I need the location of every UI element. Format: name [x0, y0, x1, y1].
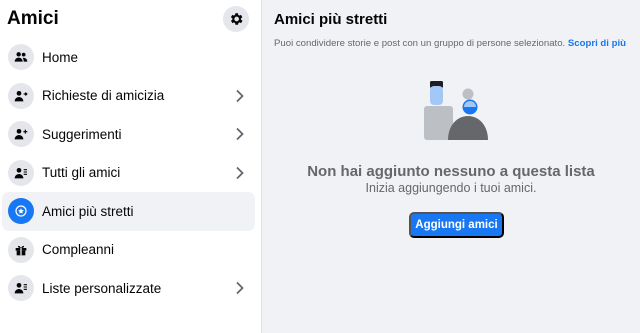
sidebar-nav: Home Richieste di amicizia Suggerimenti: [0, 38, 261, 308]
star-icon: [8, 198, 34, 225]
close-friends-illustration-icon: [424, 81, 488, 140]
sidebar-item-custom-lists[interactable]: Liste personalizzate: [2, 269, 255, 308]
sidebar-title: Amici: [7, 8, 59, 29]
sidebar-item-label: Amici più stretti: [42, 203, 134, 219]
chevron-right-icon: [233, 127, 247, 141]
sidebar-item-close-friends[interactable]: Amici più stretti: [2, 192, 255, 231]
person-arrow-icon: [8, 82, 34, 109]
empty-state-title: Non hai aggiunto nessuno a questa lista: [307, 163, 595, 180]
empty-state-subtitle: Inizia aggiungendo i tuoi amici.: [365, 181, 537, 195]
sidebar-item-friend-requests[interactable]: Richieste di amicizia: [2, 77, 255, 116]
sidebar-item-label: Compleanni: [42, 242, 115, 258]
person-list-icon: [8, 275, 34, 302]
gift-icon: [8, 236, 34, 263]
sidebar-item-suggestions[interactable]: Suggerimenti: [2, 115, 255, 154]
sidebar-item-label: Suggerimenti: [42, 126, 122, 142]
sidebar-item-label: Home: [42, 49, 79, 65]
gear-icon: [230, 13, 243, 25]
sidebar-item-birthdays[interactable]: Compleanni: [2, 231, 255, 270]
sidebar-item-home[interactable]: Home: [2, 38, 255, 77]
sidebar-item-all-friends[interactable]: Tutti gli amici: [2, 154, 255, 193]
app-root: Amici Home Richieste di amicizia Suggeri…: [0, 0, 640, 333]
chevron-right-icon: [233, 89, 247, 103]
sidebar-item-label: Liste personalizzate: [42, 280, 162, 296]
person-plus-icon: [8, 121, 34, 148]
friends-icon: [8, 44, 34, 71]
sidebar-item-label: Richieste di amicizia: [42, 88, 165, 104]
settings-button[interactable]: [223, 6, 249, 32]
description-text: Puoi condividere storie e post con un gr…: [274, 38, 566, 49]
person-list-icon: [8, 159, 34, 186]
page-description: Puoi condividere storie e post con un gr…: [274, 38, 626, 49]
chevron-right-icon: [233, 281, 247, 295]
sidebar: Amici Home Richieste di amicizia Suggeri…: [0, 0, 262, 333]
add-friends-button[interactable]: Aggiungi amici: [409, 212, 504, 238]
learn-more-link[interactable]: Scopri di più: [568, 38, 626, 49]
chevron-right-icon: [233, 166, 247, 180]
sidebar-header: Amici: [0, 0, 261, 38]
sidebar-item-label: Tutti gli amici: [42, 165, 121, 181]
page-title: Amici più stretti: [274, 11, 388, 28]
main-content: Amici più stretti Puoi condividere stori…: [262, 0, 640, 333]
